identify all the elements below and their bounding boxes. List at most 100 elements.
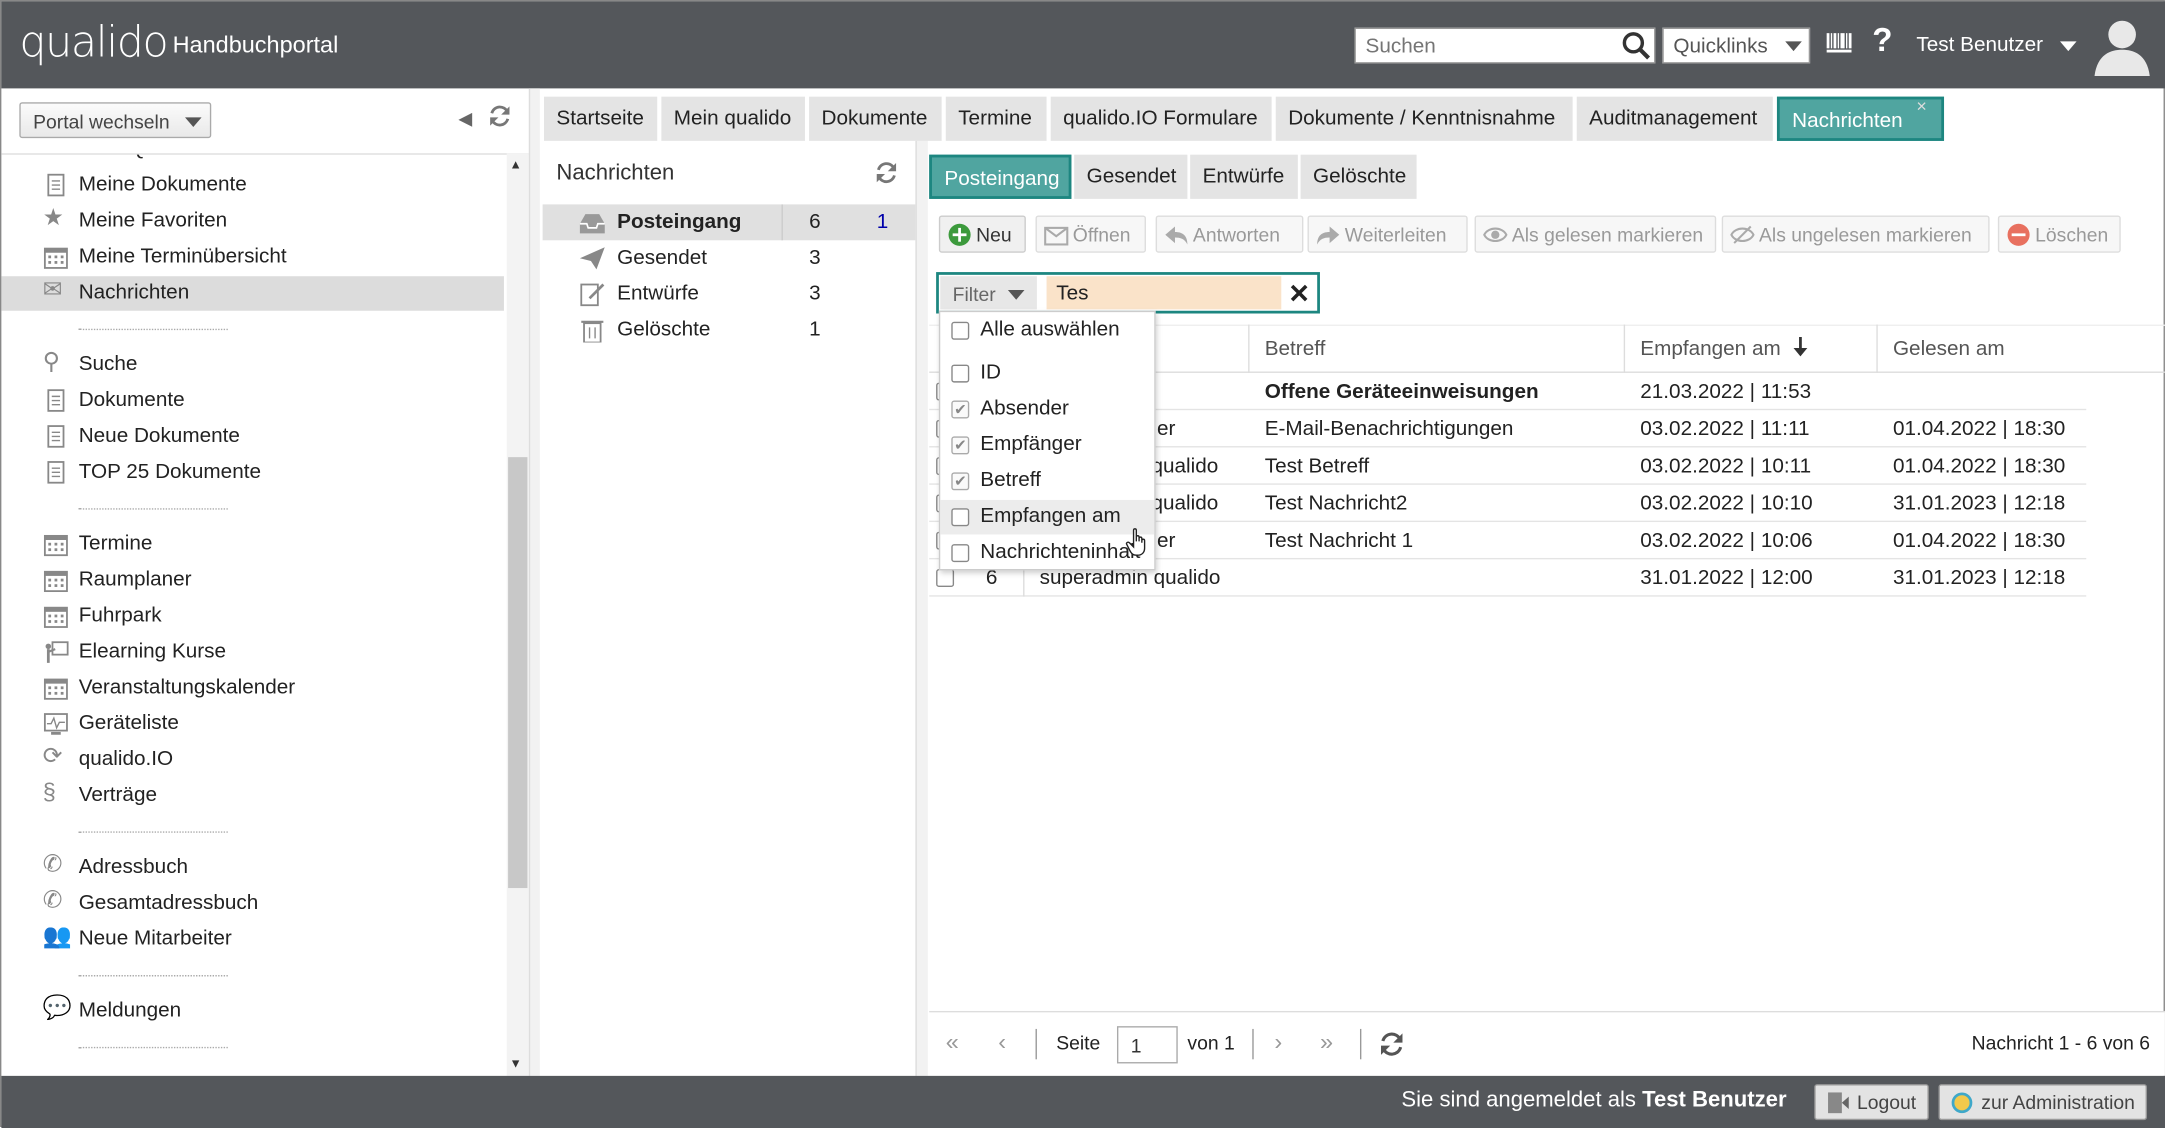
column-option-checkbox[interactable]: ✔ (951, 472, 970, 491)
help-icon[interactable]: ? (1872, 22, 1892, 61)
tab-dokumente[interactable]: Dokumente (809, 96, 942, 141)
löschen-button[interactable]: Löschen (1997, 215, 2121, 253)
sidebar-item[interactable]: ⟳ qualido.IO (1, 743, 504, 778)
calendar-icon (43, 247, 68, 269)
folder-gesendet[interactable]: Gesendet 3 (543, 240, 916, 276)
filter-input[interactable]: Tes (1046, 276, 1282, 310)
column-option[interactable]: ID (940, 356, 1154, 391)
cell-received: 03.02.2022 | 10:06 (1640, 528, 1813, 553)
sidebar-item[interactable]: ⚲ Suche (1, 348, 504, 383)
tab-termine[interactable]: Termine (945, 96, 1047, 141)
sidebar-item[interactable]: Termine (1, 528, 504, 563)
column-option[interactable]: Nachrichteninhalt (940, 536, 1154, 571)
trash-icon (581, 320, 604, 343)
sidebar-item[interactable]: TOP 25 Dokumente (1, 456, 504, 491)
tab-auditmanagement[interactable]: Auditmanagement (1576, 96, 1773, 141)
sidebar-item[interactable]: Dokumente (1, 384, 504, 419)
first-page-icon[interactable]: « (946, 1029, 959, 1057)
document-icon (47, 173, 65, 197)
tab-entwürfe[interactable]: Entwürfe (1190, 154, 1298, 199)
column-option-checkbox[interactable] (951, 321, 970, 340)
tab-posteingang[interactable]: Posteingang (929, 154, 1072, 199)
column-option-checkbox[interactable] (951, 508, 970, 527)
sidebar-item[interactable]: Meine Dokumente (1, 168, 504, 203)
column-option-checkbox[interactable]: ✔ (951, 400, 970, 419)
tab-qualido-io-formulare[interactable]: qualido.IO Formulare (1050, 96, 1272, 141)
eye-slash-icon (1730, 225, 1755, 244)
neu-button[interactable]: Neu (938, 215, 1026, 253)
sort-descending-icon[interactable] (1792, 336, 1809, 358)
weiterleiten-button[interactable]: Weiterleiten (1307, 215, 1468, 253)
sidebar-item[interactable]: ◔ Mein Qualido (1, 155, 504, 167)
folder-entwürfe[interactable]: Entwürfe 3 (543, 276, 916, 312)
sidebar-item[interactable]: ✉ Nachrichten (1, 276, 504, 311)
last-page-icon[interactable]: » (1320, 1029, 1333, 1057)
logout-button[interactable]: Logout (1814, 1084, 1929, 1121)
search-input[interactable] (1354, 27, 1656, 64)
sidebar-item-label: Raumplaner (78, 567, 192, 592)
sidebar-item[interactable]: Raumplaner (1, 563, 504, 598)
antworten-button[interactable]: Antworten (1155, 215, 1304, 253)
sidebar-item[interactable]: § Verträge (1, 779, 504, 814)
cell-received: 03.02.2022 | 11:11 (1640, 417, 1810, 441)
sidebar-item[interactable]: Elearning Kurse (1, 635, 504, 670)
refresh-icon[interactable] (1378, 1030, 1406, 1058)
scroll-up-icon[interactable]: ▲ (509, 157, 521, 171)
column-option-checkbox[interactable] (951, 364, 970, 383)
tab-gesendet[interactable]: Gesendet (1074, 154, 1188, 199)
column-option[interactable]: ✔ Absender (940, 392, 1154, 427)
column-option[interactable]: ✔ Empfänger (940, 428, 1154, 463)
tab-mein-qualido[interactable]: Mein qualido (661, 96, 805, 141)
sidebar-item[interactable]: Geräteliste (1, 707, 504, 742)
row-checkbox[interactable] (936, 569, 955, 587)
refresh-icon[interactable] (487, 104, 512, 129)
barcode-icon[interactable] (1825, 32, 1854, 54)
sidebar-item[interactable]: ✆ Gesamtadressbuch (1, 887, 504, 922)
sidebar-item[interactable]: 👥 Neue Mitarbeiter (1, 923, 504, 958)
column-option[interactable]: Alle auswählen (940, 314, 1154, 349)
page-number-input[interactable]: 1 (1116, 1026, 1178, 1064)
clear-filter-icon[interactable]: ✕ (1288, 279, 1310, 311)
column-option[interactable]: Empfangen am (940, 499, 1155, 535)
sidebar-item[interactable]: Meine Terminübersicht (1, 240, 504, 275)
qualido-logo[interactable]: qualido (19, 18, 168, 68)
user-menu[interactable]: Test Benutzer (1916, 33, 2043, 56)
column-option[interactable]: ✔ Betreff (940, 464, 1154, 499)
sidebar-item[interactable]: Fuhrpark (1, 599, 504, 634)
öffnen-button[interactable]: Öffnen (1035, 215, 1146, 253)
collapse-left-icon[interactable]: ◀ (458, 108, 472, 130)
cell-sender: er (1157, 528, 1176, 553)
sidebar-item[interactable]: Veranstaltungskalender (1, 671, 504, 706)
folder-gelöschte[interactable]: Gelöschte 1 (543, 312, 916, 348)
panel-splitter[interactable] (528, 88, 540, 1076)
als-ungelesen-markieren-button[interactable]: Als ungelesen markieren (1721, 215, 1990, 253)
sidebar-item[interactable]: Neue Dokumente (1, 420, 504, 455)
logout-icon (1828, 1092, 1849, 1114)
sidebar-item[interactable]: ✆ Adressbuch (1, 851, 504, 886)
folder-posteingang[interactable]: Posteingang 6 1 (542, 204, 916, 241)
column-option-checkbox[interactable]: ✔ (951, 436, 970, 455)
close-tab-icon[interactable]: × (1916, 95, 1926, 116)
scroll-down-icon[interactable]: ▼ (509, 1057, 521, 1071)
column-header-received[interactable]: Empfangen am (1640, 337, 1780, 360)
sidebar-item[interactable]: 💬 Meldungen (1, 994, 504, 1029)
sidebar-item[interactable]: ★ Meine Favoriten (1, 204, 504, 239)
als-gelesen-markieren-button[interactable]: Als gelesen markieren (1474, 215, 1717, 253)
column-option-checkbox[interactable] (951, 544, 970, 563)
sidebar-item-label: Neue Dokumente (78, 423, 240, 448)
column-header-read[interactable]: Gelesen am (1893, 337, 2005, 360)
prev-page-icon[interactable]: ‹ (998, 1029, 1006, 1057)
next-page-icon[interactable]: › (1274, 1029, 1282, 1057)
column-header-subject[interactable]: Betreff (1265, 337, 1326, 360)
panel-splitter[interactable] (915, 140, 928, 1076)
scrollbar-thumb[interactable] (508, 457, 528, 889)
search-icon[interactable] (1620, 29, 1653, 62)
tab-dokumente-kenntnisnahme[interactable]: Dokumente / Kenntnisnahme (1275, 96, 1573, 141)
chevron-down-icon[interactable] (2060, 41, 2077, 52)
refresh-icon[interactable] (874, 160, 899, 185)
avatar[interactable] (2092, 15, 2153, 76)
admin-button[interactable]: zur Administration (1938, 1084, 2148, 1121)
tab-gelöschte[interactable]: Gelöschte (1300, 154, 1417, 199)
portal-switch-select[interactable]: Portal wechseln (19, 102, 212, 139)
tab-startseite[interactable]: Startseite (543, 96, 658, 141)
